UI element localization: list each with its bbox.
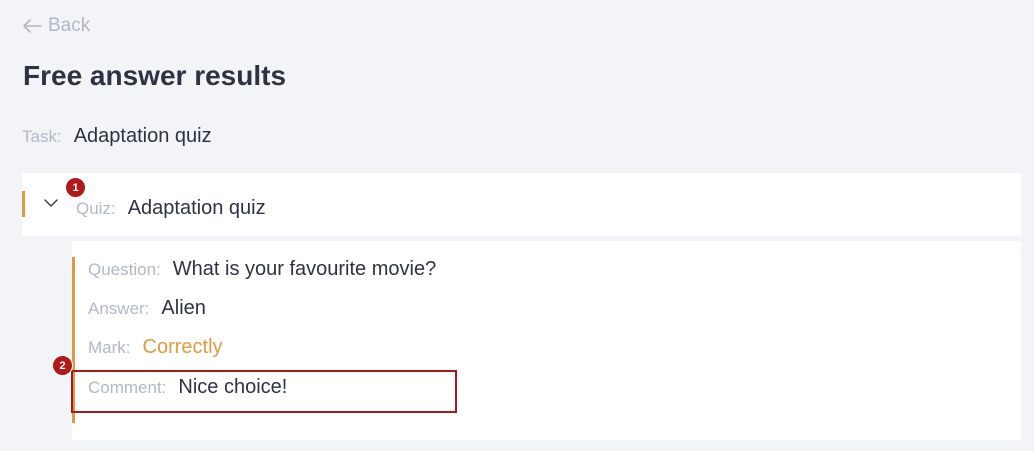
page-title: Free answer results [23,60,287,91]
question-row: Question: What is your favourite movie? [88,258,436,281]
quiz-value: Adaptation quiz [127,197,266,219]
back-link[interactable]: Back [22,15,90,37]
mark-row: Mark: Correctly [88,336,223,359]
annotation-badge-1: 1 [65,177,86,198]
mark-value: Correctly [142,336,223,358]
comment-highlight-box [71,370,457,413]
task-row: Task: Adaptation quiz [22,125,212,148]
arrow-left-icon [22,18,42,34]
quiz-label: Quiz: [76,199,116,218]
task-label: Task: [22,127,62,146]
question-value: What is your favourite movie? [172,258,437,280]
page: Back Free answer results Task: Adaptatio… [0,0,1034,451]
quiz-accent-bar [22,191,25,217]
back-label: Back [48,15,91,36]
answer-label: Answer: [88,299,150,318]
quiz-header[interactable]: Quiz: Adaptation quiz [22,173,1021,236]
annotation-badge-2: 2 [52,355,73,376]
quiz-row: Quiz: Adaptation quiz [76,197,266,220]
mark-label: Mark: [88,338,131,357]
answer-value: Alien [161,297,206,319]
question-label: Question: [88,260,161,279]
task-value: Adaptation quiz [73,125,212,147]
chevron-down-icon[interactable] [43,195,59,211]
answer-row: Answer: Alien [88,297,206,320]
